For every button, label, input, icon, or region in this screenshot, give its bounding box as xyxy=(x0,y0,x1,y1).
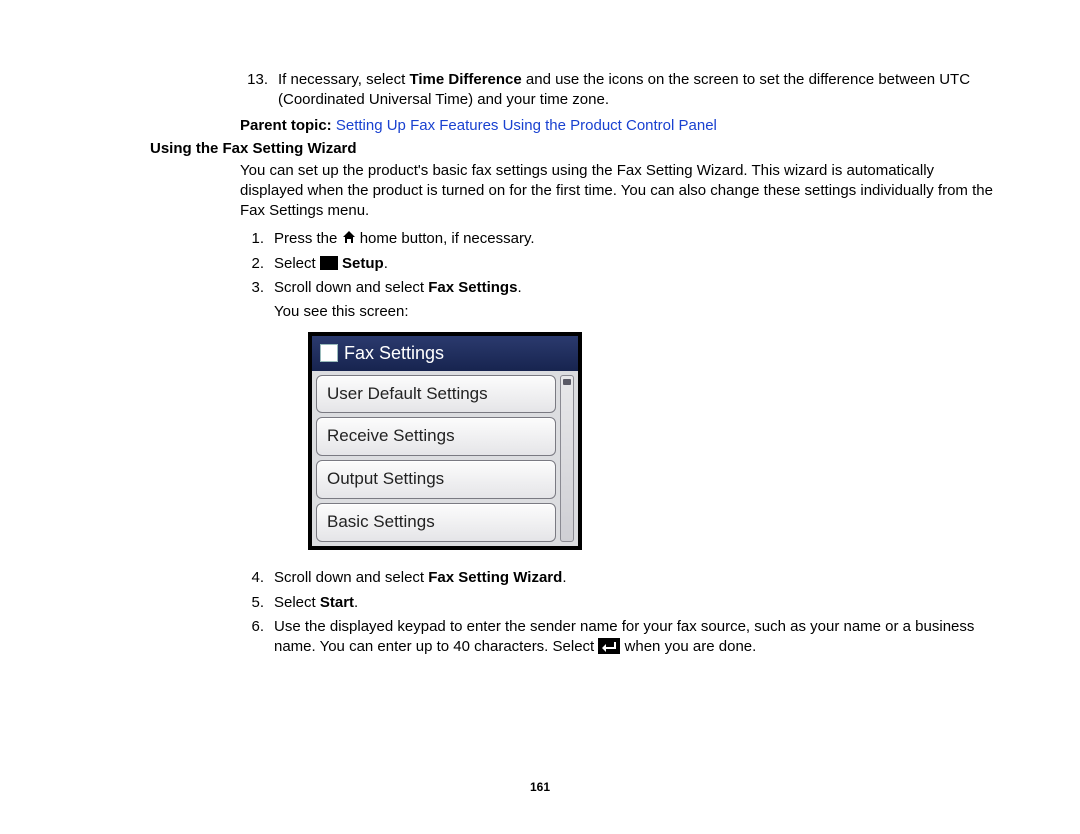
list-body: Press the home button, if necessary. xyxy=(274,229,1000,249)
home-icon xyxy=(342,230,356,244)
fax-item-output[interactable]: Output Settings xyxy=(316,460,556,499)
fax-screen-header: Fax Settings xyxy=(312,336,578,370)
list-body: Select Start. xyxy=(274,593,1000,613)
fax-settings-screenshot: Fax Settings User Default Settings Recei… xyxy=(308,332,582,550)
fax-item-basic[interactable]: Basic Settings xyxy=(316,503,556,542)
list-body: Scroll down and select Fax Settings. You… xyxy=(274,278,1000,565)
step-6: 6. Use the displayed keypad to enter the… xyxy=(240,617,1000,658)
fax-scrollbar[interactable] xyxy=(560,375,574,543)
fax-item-receive[interactable]: Receive Settings xyxy=(316,417,556,456)
document-page: 13. If necessary, select Time Difference… xyxy=(0,0,1080,657)
text: home button, if necessary. xyxy=(356,230,535,247)
list-number: 5. xyxy=(240,593,274,613)
steps-list: 1. Press the home button, if necessary. … xyxy=(240,229,1000,657)
bold-text: Fax Settings xyxy=(428,279,517,296)
text: when you are done. xyxy=(620,638,756,655)
section-heading: Using the Fax Setting Wizard xyxy=(150,140,1000,157)
list-item-13: 13. If necessary, select Time Difference… xyxy=(240,70,1000,111)
list-number: 2. xyxy=(240,254,274,274)
page-number: 161 xyxy=(0,780,1080,794)
fax-screen-title: Fax Settings xyxy=(344,341,444,365)
text: . xyxy=(384,255,388,272)
fax-screen-list: User Default Settings Receive Settings O… xyxy=(312,371,578,547)
step-3: 3. Scroll down and select Fax Settings. … xyxy=(240,278,1000,565)
note-text: You see this screen: xyxy=(274,302,1000,322)
list-number: 3. xyxy=(240,278,274,565)
text: If necessary, select xyxy=(278,71,409,88)
bold-text: Fax Setting Wizard xyxy=(428,569,562,586)
bold-text: Start xyxy=(320,594,354,611)
setup-icon xyxy=(320,256,338,270)
list-body: Use the displayed keypad to enter the se… xyxy=(274,617,1000,658)
parent-topic-label: Parent topic: xyxy=(240,117,332,134)
enter-icon xyxy=(598,638,620,654)
text: . xyxy=(562,569,566,586)
list-number: 4. xyxy=(240,568,274,588)
text: Select xyxy=(274,255,320,272)
text: Press the xyxy=(274,230,342,247)
text: Scroll down and select xyxy=(274,279,428,296)
list-number: 1. xyxy=(240,229,274,249)
fax-item-user-default[interactable]: User Default Settings xyxy=(316,375,556,414)
text: Select xyxy=(274,594,320,611)
step-4: 4. Scroll down and select Fax Setting Wi… xyxy=(240,568,1000,588)
list-body: Scroll down and select Fax Setting Wizar… xyxy=(274,568,1000,588)
step-2: 2. Select Setup. xyxy=(240,254,1000,274)
bold-text: Setup xyxy=(342,255,384,272)
list-body: Select Setup. xyxy=(274,254,1000,274)
parent-topic-link[interactable]: Setting Up Fax Features Using the Produc… xyxy=(336,117,717,134)
parent-topic: Parent topic: Setting Up Fax Features Us… xyxy=(240,117,1000,134)
text: . xyxy=(354,594,358,611)
step-5: 5. Select Start. xyxy=(240,593,1000,613)
text: . xyxy=(517,279,521,296)
fax-header-icon xyxy=(320,344,338,362)
fax-screen-items: User Default Settings Receive Settings O… xyxy=(316,375,556,543)
text: Scroll down and select xyxy=(274,569,428,586)
list-number: 13. xyxy=(240,70,278,111)
bold-text: Time Difference xyxy=(409,71,521,88)
list-body: If necessary, select Time Difference and… xyxy=(278,70,1000,111)
list-number: 6. xyxy=(240,617,274,658)
section-intro: You can set up the product's basic fax s… xyxy=(240,161,1000,222)
step-1: 1. Press the home button, if necessary. xyxy=(240,229,1000,249)
